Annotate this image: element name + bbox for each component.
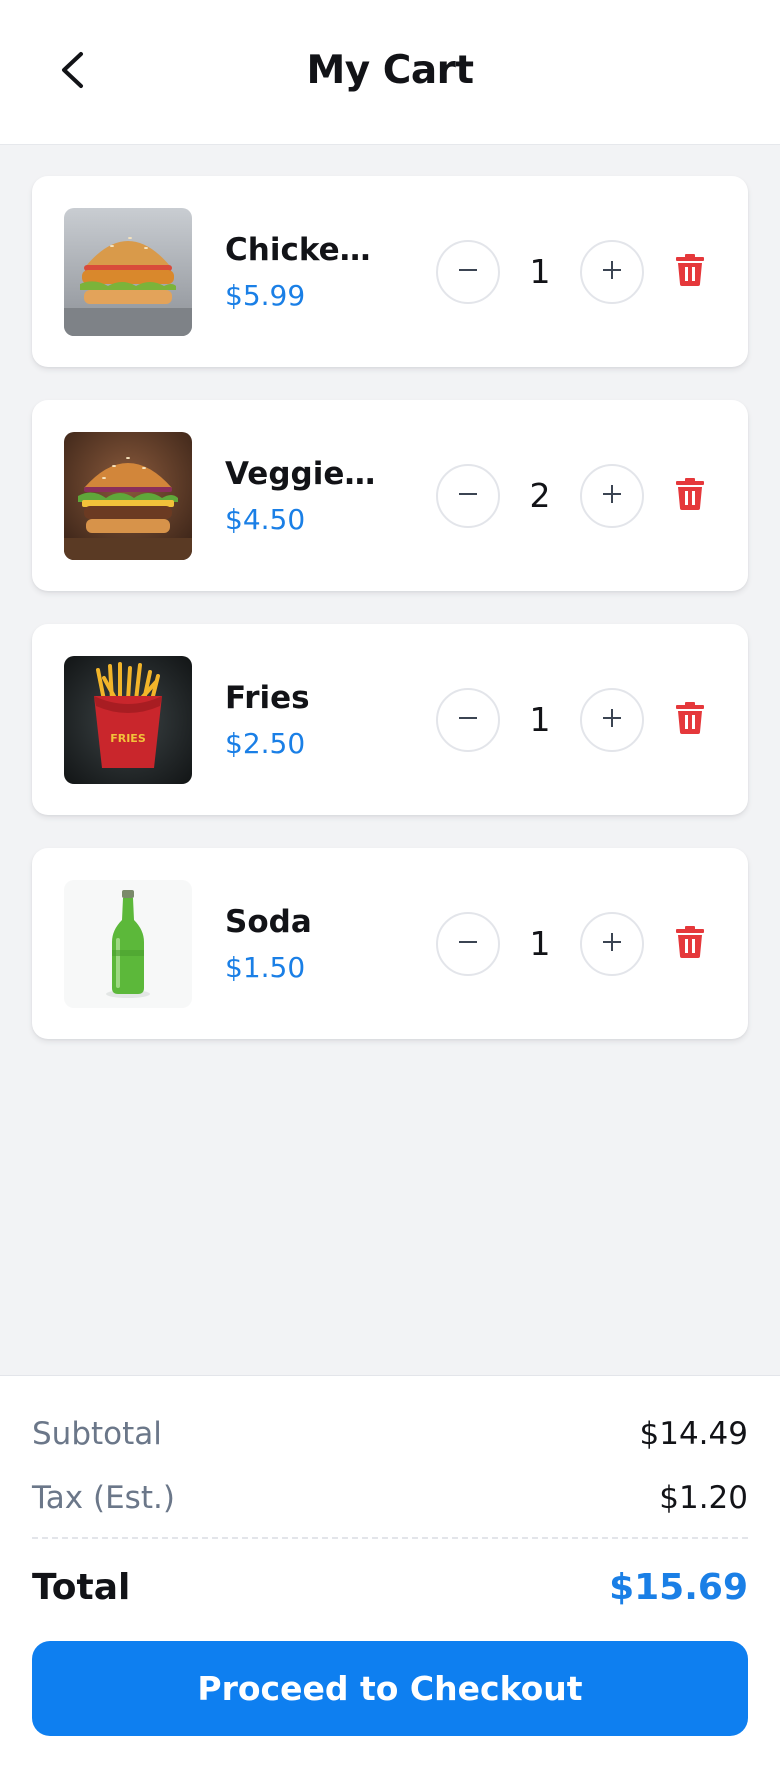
plus-icon (601, 931, 623, 957)
item-price: $2.50 (225, 727, 306, 760)
checkout-button[interactable]: Proceed to Checkout (32, 1641, 748, 1736)
plus-icon (601, 259, 623, 285)
trash-icon (676, 478, 704, 514)
increase-quantity-button[interactable] (580, 688, 644, 752)
quantity-value: 1 (529, 924, 551, 963)
quantity-value: 1 (529, 252, 551, 291)
subtotal-value: $14.49 (639, 1416, 748, 1452)
trash-icon (676, 254, 704, 290)
decrease-quantity-button[interactable] (436, 688, 500, 752)
remove-item-button[interactable] (674, 702, 706, 738)
tax-label: Tax (Est.) (32, 1480, 175, 1516)
cart-item-soda: Soda $1.50 1 (32, 848, 748, 1039)
chicken-burger-photo (64, 208, 192, 336)
quantity-value: 1 (529, 700, 551, 739)
trash-icon (676, 926, 704, 962)
minus-icon (457, 259, 479, 285)
item-name: Soda (225, 904, 312, 940)
minus-icon (457, 707, 479, 733)
page-title: My Cart (306, 48, 474, 93)
decrease-quantity-button[interactable] (436, 464, 500, 528)
cart-item-chicken-burger: Chicken Burger $5.99 1 (32, 176, 748, 367)
item-price: $4.50 (225, 503, 306, 536)
fries-box-label: FRIES (110, 732, 146, 745)
cart-item-veggie-burger: Veggie Burger $4.50 2 (32, 400, 748, 591)
header-bar: My Cart (0, 0, 780, 145)
item-price: $5.99 (225, 279, 306, 312)
veggie-burger-photo (64, 432, 192, 560)
remove-item-button[interactable] (674, 478, 706, 514)
remove-item-button[interactable] (674, 254, 706, 290)
cart-item-fries: FRIES Fries $2.50 1 (32, 624, 748, 815)
cart-screen: My Cart Chicken $5.99 1 Veggie B $4.50 2… (0, 0, 780, 1768)
increase-quantity-button[interactable] (580, 240, 644, 304)
summary-divider (32, 1537, 748, 1539)
plus-icon (601, 483, 623, 509)
decrease-quantity-button[interactable] (436, 912, 500, 976)
total-value: $15.69 (609, 1566, 748, 1608)
decrease-quantity-button[interactable] (436, 240, 500, 304)
soda-bottle-photo (64, 880, 192, 1008)
increase-quantity-button[interactable] (580, 912, 644, 976)
tax-value: $1.20 (659, 1480, 748, 1516)
order-summary: Subtotal $14.49 Tax (Est.) $1.20 Total $… (0, 1375, 780, 1768)
minus-icon (457, 483, 479, 509)
item-name: Chicken Burger (225, 232, 385, 268)
plus-icon (601, 707, 623, 733)
cart-list: Chicken Burger $5.99 1 (32, 176, 748, 1072)
total-row: Total $15.69 (32, 1561, 748, 1613)
trash-icon (676, 702, 704, 738)
item-name: Fries (225, 680, 310, 716)
tax-row: Tax (Est.) $1.20 (32, 1476, 748, 1520)
item-name: Veggie Burger (225, 456, 385, 492)
subtotal-row: Subtotal $14.49 (32, 1412, 748, 1456)
total-label: Total (32, 1566, 131, 1608)
item-price: $1.50 (225, 951, 306, 984)
minus-icon (457, 931, 479, 957)
remove-item-button[interactable] (674, 926, 706, 962)
fries-photo: FRIES (64, 656, 192, 784)
quantity-value: 2 (529, 476, 551, 515)
subtotal-label: Subtotal (32, 1416, 162, 1452)
increase-quantity-button[interactable] (580, 464, 644, 528)
